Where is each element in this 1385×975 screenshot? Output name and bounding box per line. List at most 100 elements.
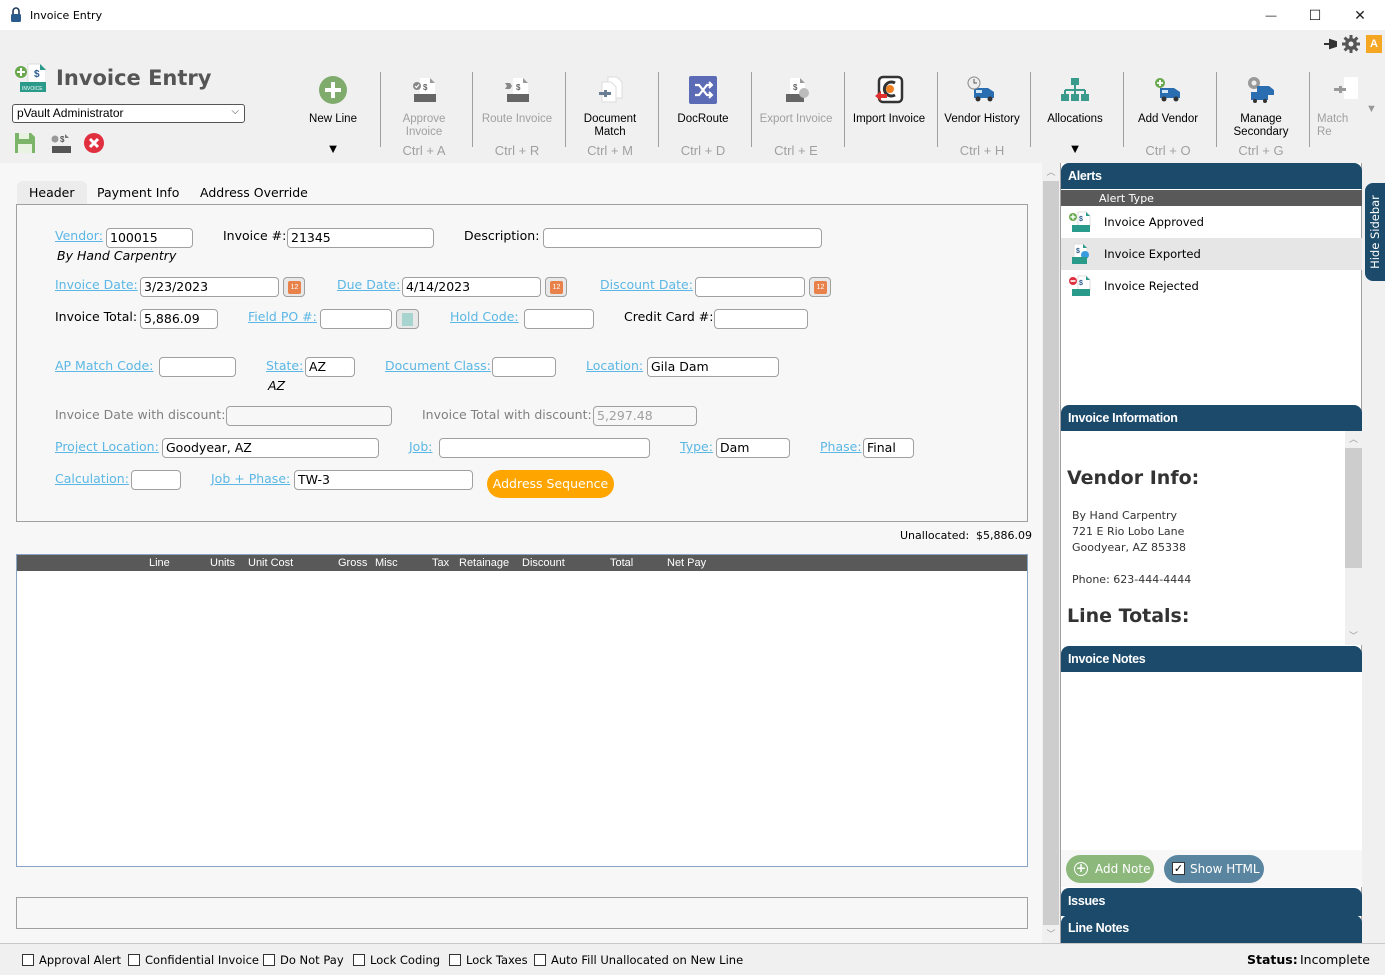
- phase-link[interactable]: Phase:: [820, 439, 862, 454]
- minimize-button[interactable]: —: [1248, 0, 1294, 31]
- checkbox-icon[interactable]: [128, 954, 140, 966]
- discount-date-calendar-button[interactable]: 12: [809, 277, 831, 297]
- due-date-calendar-button[interactable]: 12: [545, 277, 567, 297]
- ap-match-code-link[interactable]: AP Match Code:: [55, 358, 153, 373]
- invoice-date-link[interactable]: Invoice Date:: [55, 277, 138, 292]
- checkbox-icon[interactable]: [449, 954, 461, 966]
- close-window-button[interactable]: ✕: [1337, 0, 1383, 31]
- import-invoice-button[interactable]: Import Invoice: [843, 70, 935, 160]
- vendor-input[interactable]: 100015: [106, 228, 193, 248]
- state-link[interactable]: State:: [266, 358, 303, 373]
- route-invoice-button[interactable]: $ Route Invoice Ctrl + R: [471, 70, 563, 160]
- due-date-input[interactable]: 4/14/2023: [402, 277, 541, 297]
- auto-fill-unallocated-checkbox[interactable]: Auto Fill Unallocated on New Line: [534, 953, 743, 967]
- invoice-total-input[interactable]: 5,886.09: [140, 309, 218, 329]
- new-line-button[interactable]: New Line ▼: [287, 70, 379, 160]
- type-input[interactable]: Dam: [716, 438, 790, 458]
- match-receipt-button[interactable]: Match Re: [1310, 70, 1360, 160]
- allocations-button[interactable]: Allocations ▼: [1029, 70, 1121, 160]
- lock-taxes-checkbox[interactable]: Lock Taxes: [449, 953, 528, 967]
- approval-alert-checkbox[interactable]: Approval Alert: [22, 953, 121, 967]
- job-input[interactable]: [439, 438, 650, 458]
- column-header-net-pay[interactable]: Net Pay: [667, 557, 706, 569]
- export-invoice-button[interactable]: $ Export Invoice Ctrl + E: [750, 70, 842, 160]
- invoice-lines-grid[interactable]: Line Units Unit Cost Gross Misc Tax Reta…: [16, 554, 1028, 867]
- cancel-icon[interactable]: [83, 132, 105, 154]
- job-phase-link[interactable]: Job + Phase:: [211, 471, 290, 486]
- hide-sidebar-button[interactable]: Hide Sidebar: [1365, 183, 1385, 281]
- discount-date-link[interactable]: Discount Date:: [600, 277, 693, 292]
- scroll-up-icon[interactable]: ︿: [1042, 163, 1060, 181]
- column-header-line[interactable]: Line: [149, 557, 170, 569]
- column-header-gross[interactable]: Gross: [338, 557, 367, 569]
- document-class-link[interactable]: Document Class:: [385, 358, 491, 373]
- field-po-link[interactable]: Field PO #:: [248, 309, 317, 324]
- vendor-link[interactable]: Vendor:: [55, 228, 103, 243]
- docroute-button[interactable]: DocRoute Ctrl + D: [657, 70, 749, 160]
- invoice-date-input[interactable]: 3/23/2023: [140, 277, 279, 297]
- alert-type-column-header[interactable]: Alert Type: [1061, 190, 1362, 206]
- checkbox-icon[interactable]: [353, 954, 365, 966]
- project-location-input[interactable]: Goodyear, AZ: [162, 438, 379, 458]
- scrollbar-thumb[interactable]: [1345, 448, 1362, 568]
- manage-secondary-button[interactable]: Manage Secondary Ctrl + G: [1215, 70, 1307, 160]
- approve-invoice-button[interactable]: $ Approve Invoice Ctrl + A: [378, 70, 470, 160]
- calculation-link[interactable]: Calculation:: [55, 471, 129, 486]
- checkbox-icon[interactable]: [22, 954, 34, 966]
- document-match-button[interactable]: Document Match Ctrl + M: [564, 70, 656, 160]
- alert-row[interactable]: $ Invoice Approved: [1061, 206, 1362, 238]
- invoice-date-calendar-button[interactable]: 12: [283, 277, 305, 297]
- column-header-discount[interactable]: Discount: [522, 557, 565, 569]
- alert-a-icon[interactable]: A: [1366, 35, 1382, 53]
- location-input[interactable]: Gila Dam: [647, 357, 779, 377]
- gear-icon[interactable]: [1342, 35, 1360, 53]
- dropdown-arrow-icon[interactable]: ▼: [287, 141, 379, 156]
- hold-code-link[interactable]: Hold Code:: [450, 309, 519, 324]
- lock-coding-checkbox[interactable]: Lock Coding: [353, 953, 440, 967]
- user-select[interactable]: pVault Administrator ⌵: [12, 104, 245, 123]
- type-link[interactable]: Type:: [680, 439, 713, 454]
- ap-match-code-input[interactable]: [159, 357, 236, 377]
- description-input[interactable]: [543, 228, 822, 248]
- invoice-number-input[interactable]: 21345: [287, 228, 434, 248]
- column-header-retainage[interactable]: Retainage: [459, 557, 509, 569]
- scroll-down-icon[interactable]: ﹀: [1345, 628, 1362, 645]
- add-vendor-button[interactable]: Add Vendor Ctrl + O: [1122, 70, 1214, 160]
- location-link[interactable]: Location:: [586, 358, 643, 373]
- state-input[interactable]: AZ: [305, 357, 355, 377]
- main-scrollbar[interactable]: ︿ ﹀: [1042, 163, 1060, 943]
- column-header-tax[interactable]: Tax: [432, 557, 449, 569]
- scroll-down-icon[interactable]: ﹀: [1042, 925, 1060, 943]
- field-po-input[interactable]: [320, 309, 392, 329]
- line-notes-header[interactable]: Line Notes: [1061, 915, 1362, 943]
- job-link[interactable]: Job:: [409, 439, 432, 454]
- memo-box[interactable]: [16, 897, 1028, 929]
- column-header-total[interactable]: Total: [610, 557, 633, 569]
- invoice-notes-header[interactable]: Invoice Notes: [1061, 646, 1362, 672]
- confidential-invoice-checkbox[interactable]: Confidential Invoice: [128, 953, 259, 967]
- save-icon[interactable]: [14, 132, 36, 154]
- tab-payment-info[interactable]: Payment Info: [85, 181, 191, 205]
- invoice-notes-area[interactable]: [1061, 672, 1362, 850]
- document-class-input[interactable]: [492, 357, 556, 377]
- phase-input[interactable]: Final: [863, 438, 914, 458]
- info-scrollbar[interactable]: ︿ ﹀: [1345, 431, 1362, 645]
- dropdown-arrow-icon[interactable]: ▼: [1029, 141, 1121, 156]
- job-phase-input[interactable]: TW-3: [294, 470, 473, 490]
- checkbox-icon[interactable]: [534, 954, 546, 966]
- project-location-link[interactable]: Project Location:: [55, 439, 159, 454]
- checkbox-checked-icon[interactable]: ✓: [1172, 862, 1185, 875]
- address-sequence-button[interactable]: Address Sequence: [487, 470, 614, 498]
- hold-code-input[interactable]: [524, 309, 594, 329]
- vendor-history-button[interactable]: Vendor History Ctrl + H: [936, 70, 1028, 160]
- column-header-misc[interactable]: Misc: [375, 557, 398, 569]
- toolbar-overflow-icon[interactable]: ▼: [1366, 103, 1377, 115]
- tab-address-override[interactable]: Address Override: [188, 181, 320, 205]
- invoice-information-header[interactable]: Invoice Information: [1061, 405, 1362, 431]
- due-date-link[interactable]: Due Date:: [337, 277, 400, 292]
- tab-header[interactable]: Header: [17, 181, 87, 205]
- invoice-small-icon[interactable]: $: [50, 132, 72, 154]
- show-html-toggle[interactable]: ✓ Show HTML: [1164, 855, 1264, 883]
- do-not-pay-checkbox[interactable]: Do Not Pay: [263, 953, 344, 967]
- column-header-unit-cost[interactable]: Unit Cost: [248, 557, 293, 569]
